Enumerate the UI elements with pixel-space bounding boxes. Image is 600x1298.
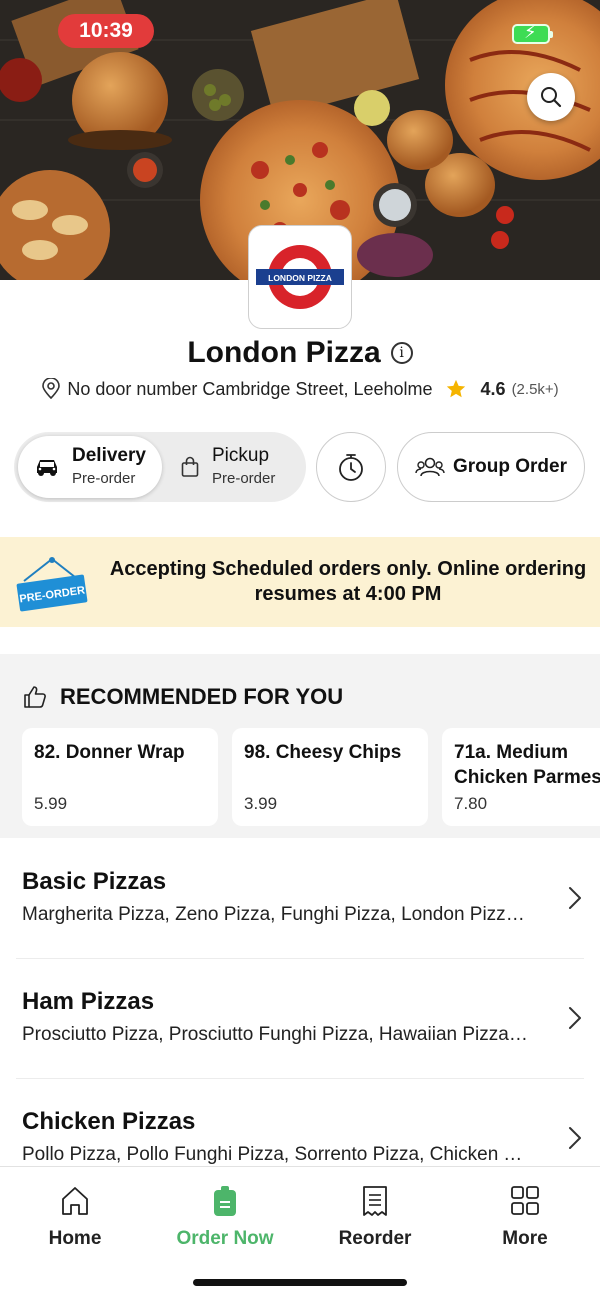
- group-order-label: Group Order: [452, 456, 567, 477]
- status-time: 10:39: [58, 14, 154, 48]
- logo-text: LONDON PIZZA: [268, 273, 332, 283]
- chevron-right-icon: [569, 1007, 581, 1029]
- grid-icon: [511, 1186, 539, 1215]
- category-title: Basic Pizzas: [22, 868, 167, 895]
- category-row[interactable]: Ham Pizzas Prosciutto Pizza, Prosciutto …: [22, 958, 582, 1078]
- recommended-item-price: 7.80: [454, 794, 488, 813]
- preorder-notice-banner: PRE-ORDER Accepting Scheduled orders onl…: [0, 537, 600, 627]
- recommended-section: RECOMMENDED FOR YOU 82. Donner Wrap 5.99…: [0, 654, 600, 838]
- category-row[interactable]: Basic Pizzas Margherita Pizza, Zeno Pizz…: [22, 838, 582, 958]
- store-header: London Pizza i: [0, 336, 600, 370]
- nav-home-label: Home: [48, 1228, 102, 1249]
- stopwatch-icon: [339, 454, 363, 481]
- recommended-item-price: 5.99: [34, 794, 68, 813]
- recommended-title: RECOMMENDED FOR YOU: [60, 684, 344, 709]
- group-people-icon: [415, 457, 445, 477]
- preorder-sign-icon: PRE-ORDER: [16, 557, 88, 612]
- store-address: No door number Cambridge Street, Leeholm…: [67, 378, 433, 399]
- nav-home[interactable]: Home: [0, 1185, 150, 1250]
- pickup-sublabel: Pre-order: [212, 470, 276, 487]
- recommended-item-card[interactable]: 71a. Medium Chicken Parmes 7.80: [442, 728, 600, 826]
- chevron-right-icon: [569, 887, 581, 909]
- recommended-item-name: 82. Donner Wrap: [34, 742, 185, 763]
- category-title: Ham Pizzas: [22, 988, 155, 1015]
- recommended-header: RECOMMENDED FOR YOU: [22, 684, 343, 710]
- nav-reorder[interactable]: Reorder: [300, 1185, 450, 1250]
- car-icon: [37, 460, 57, 476]
- delivery-sublabel: Pre-order: [72, 470, 136, 487]
- home-icon: [62, 1187, 88, 1215]
- store-address-row: No door number Cambridge Street, Leeholm…: [0, 378, 600, 400]
- group-order-button[interactable]: Group Order: [397, 432, 585, 502]
- category-items: Margherita Pizza, Zeno Pizza, Funghi Piz…: [22, 904, 532, 925]
- store-logo: LONDON PIZZA: [248, 225, 352, 329]
- nav-reorder-label: Reorder: [338, 1228, 412, 1249]
- store-name: London Pizza: [187, 336, 381, 369]
- receipt-icon: [363, 1186, 387, 1216]
- thumbs-up-icon: [24, 686, 46, 708]
- recommended-item-name: 98. Cheesy Chips: [244, 742, 402, 763]
- recommended-item-card[interactable]: 82. Donner Wrap 5.99: [22, 728, 218, 826]
- recommended-item-price: 3.99: [244, 794, 278, 813]
- shopping-bag-icon: [181, 456, 199, 477]
- pickup-option[interactable]: Pickup Pre-order: [180, 436, 302, 498]
- chevron-right-icon: [569, 1127, 581, 1149]
- charging-bolt-icon: ⚡: [524, 22, 537, 42]
- star-icon: [446, 379, 465, 398]
- nav-order-now[interactable]: Order Now: [150, 1185, 300, 1250]
- location-pin-icon: [42, 378, 61, 400]
- schedule-button[interactable]: [316, 432, 386, 502]
- bottom-navigation: Home Order Now Reorder More: [0, 1166, 600, 1298]
- nav-more[interactable]: More: [450, 1185, 600, 1250]
- category-items: Pollo Pizza, Pollo Funghi Pizza, Sorrent…: [22, 1144, 532, 1165]
- recommended-item-card[interactable]: 98. Cheesy Chips 3.99: [232, 728, 428, 826]
- category-title: Chicken Pizzas: [22, 1108, 196, 1135]
- order-mode-toggle: Delivery Pre-order Pickup Pre-order: [14, 432, 306, 502]
- search-button[interactable]: [527, 73, 575, 121]
- nav-order-now-label: Order Now: [176, 1228, 274, 1249]
- order-bag-icon: [214, 1186, 236, 1216]
- rating-value: 4.6: [480, 378, 506, 399]
- rating-count: (2.5k+): [511, 380, 559, 398]
- delivery-label: Delivery: [72, 445, 146, 466]
- notice-message: Accepting Scheduled orders only. Online …: [109, 558, 587, 605]
- search-icon: [541, 87, 562, 108]
- recommended-item-name-line1: 71a. Medium: [454, 742, 569, 763]
- nav-more-label: More: [502, 1228, 548, 1249]
- home-indicator: [193, 1279, 407, 1286]
- category-items: Prosciutto Pizza, Prosciutto Funghi Pizz…: [22, 1024, 532, 1045]
- delivery-option[interactable]: Delivery Pre-order: [18, 436, 162, 498]
- recommended-item-name-line2: Chicken Parmes: [454, 767, 600, 788]
- info-icon[interactable]: i: [390, 342, 413, 364]
- pickup-label: Pickup: [212, 445, 270, 466]
